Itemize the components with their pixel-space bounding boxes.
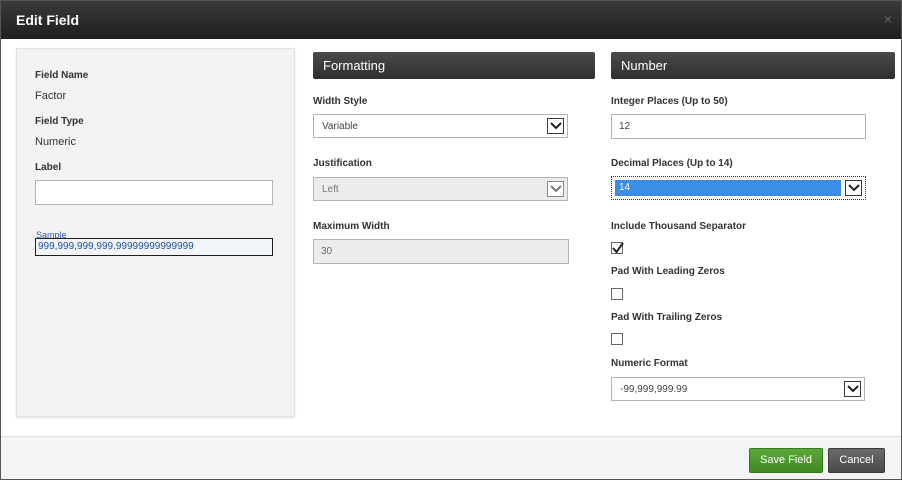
- integer-places-input[interactable]: [611, 114, 866, 139]
- justification-select[interactable]: Left: [313, 177, 568, 201]
- sample-preview: 999,999,999,999.99999999999999: [35, 238, 273, 256]
- field-name-value: Factor: [35, 90, 67, 102]
- dialog-titlebar: Edit Field ×: [1, 1, 901, 39]
- trailing-zeros-label: Pad With Trailing Zeros: [611, 312, 723, 323]
- leading-zeros-label: Pad With Leading Zeros: [611, 266, 725, 277]
- close-icon[interactable]: ×: [884, 12, 892, 26]
- width-style-value: Variable: [322, 121, 358, 132]
- field-type-label: Field Type: [35, 116, 84, 127]
- numeric-format-select[interactable]: -99,999,999.99: [611, 377, 865, 401]
- label-input[interactable]: [35, 180, 273, 205]
- chevron-down-icon[interactable]: [845, 180, 862, 196]
- width-style-select[interactable]: Variable: [313, 114, 568, 138]
- justification-label: Justification: [313, 158, 372, 169]
- chevron-down-icon[interactable]: [547, 181, 564, 197]
- decimal-places-value: 14: [615, 180, 841, 196]
- thousand-separator-checkbox[interactable]: [611, 242, 624, 254]
- label-label: Label: [35, 162, 62, 173]
- leading-zeros-checkbox[interactable]: [611, 288, 623, 300]
- decimal-places-label: Decimal Places (Up to 14): [611, 158, 733, 169]
- field-info-panel: Field Name Factor Field Type Numeric Lab…: [16, 48, 295, 417]
- max-width-input[interactable]: [313, 239, 569, 264]
- numeric-format-value: -99,999,999.99: [620, 384, 688, 395]
- max-width-label: Maximum Width: [313, 221, 390, 232]
- chevron-down-icon[interactable]: [547, 118, 564, 134]
- integer-places-label: Integer Places (Up to 50): [611, 96, 728, 107]
- formatting-header: Formatting: [313, 52, 595, 79]
- dialog-footer: Save Field Cancel: [1, 436, 901, 479]
- thousand-separator-label: Include Thousand Separator: [611, 221, 747, 232]
- decimal-places-select[interactable]: 14: [611, 176, 866, 200]
- check-icon: [612, 242, 624, 254]
- number-header: Number: [611, 52, 895, 79]
- numeric-format-label: Numeric Format: [611, 358, 688, 369]
- cancel-button[interactable]: Cancel: [828, 448, 885, 473]
- field-name-label: Field Name: [35, 70, 89, 81]
- width-style-label: Width Style: [313, 96, 368, 107]
- justification-value: Left: [322, 184, 339, 195]
- chevron-down-icon[interactable]: [844, 381, 861, 397]
- dialog-title: Edit Field: [16, 12, 79, 28]
- edit-field-dialog: Edit Field × Field Name Factor Field Typ…: [0, 0, 902, 480]
- field-type-value: Numeric: [35, 136, 76, 148]
- save-field-button[interactable]: Save Field: [749, 448, 823, 473]
- trailing-zeros-checkbox[interactable]: [611, 333, 623, 345]
